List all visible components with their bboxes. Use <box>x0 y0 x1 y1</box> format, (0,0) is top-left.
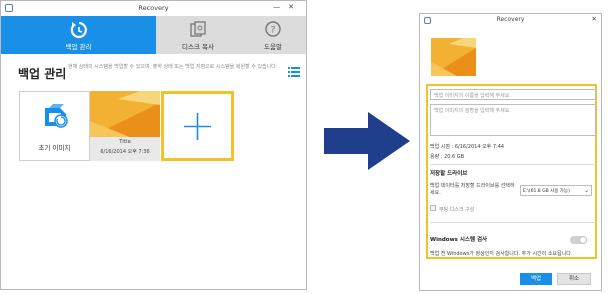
backup-restore-icon <box>70 21 87 39</box>
backup-time-text: 백업 시점 : 6/16/2014 오후 7:44 <box>430 144 505 150</box>
tab-label: 디스크 복사 <box>182 43 214 51</box>
windows-check-heading: Windows 시스템 검사 <box>430 237 488 243</box>
disk-copy-icon <box>190 21 206 37</box>
initial-image-tile[interactable]: 초기 이미지 <box>19 91 90 161</box>
initial-image-label: 초기 이미지 <box>38 144 71 152</box>
capacity-text: 용량 : 20.6 GB <box>430 154 465 160</box>
section-description: 현재 상태의 시스템을 백업할 수 있으며, 출하 상태 또는 백업 지점으로 … <box>68 64 278 70</box>
create-backup-dialog: Recovery ✕ 백업 이미지의 이름을 입력해 주세요. 백업 이미지의 … <box>419 13 602 291</box>
backup-description-input[interactable]: 백업 이미지의 설명을 입력해 주세요. <box>430 104 596 136</box>
boot-disk-checkbox[interactable] <box>430 205 436 211</box>
backup-preview-image <box>431 38 476 76</box>
close-icon[interactable]: ✕ <box>592 15 597 23</box>
tab-help[interactable]: ? 도움말 <box>240 16 306 54</box>
backup-date: 6/16/2014 오후 7:36 <box>100 149 150 155</box>
list-view-icon[interactable] <box>288 67 300 77</box>
title-bar: Recovery ✕ <box>420 14 601 27</box>
windows-check-description: 백업 전 Windows가 정상인지 검사합니다. 추가 시간이 소요됩니다. <box>430 251 573 257</box>
backup-title: Title <box>119 139 131 145</box>
drive-select-value: E:\(61.8 GB 사용 가능) <box>523 189 570 194</box>
divider <box>430 164 596 165</box>
backup-thumbnail-image <box>90 91 160 137</box>
tab-label: 백업 관리 <box>65 43 92 51</box>
backup-name-input[interactable]: 백업 이미지의 이름을 입력해 주세요. <box>430 89 596 100</box>
chevron-down-icon: ⌄ <box>583 187 589 194</box>
plus-icon <box>184 113 211 140</box>
add-backup-tile[interactable] <box>161 91 234 161</box>
window-title: Recovery <box>138 4 169 12</box>
window-controls: —✕ <box>273 3 302 11</box>
minimize-icon[interactable]: — <box>273 3 288 11</box>
backup-image-tile[interactable]: Title 6/16/2014 오후 7:36 <box>90 91 160 161</box>
transition-arrow-icon <box>324 112 410 170</box>
window-title: Recovery <box>496 16 525 23</box>
storage-drive-prompt: 백업 데이터를 저장할 드라이브를 선택하세요. <box>430 183 515 196</box>
storage-drive-heading: 저장할 드라이브 <box>430 171 468 177</box>
factory-image-icon <box>45 104 68 128</box>
boot-disk-label: 부팅 디스크 구성 <box>439 207 475 213</box>
tab-backup-management[interactable]: 백업 관리 <box>1 16 156 54</box>
windows-check-toggle[interactable] <box>570 236 587 244</box>
backup-button[interactable]: 백업 <box>520 273 552 285</box>
divider <box>430 222 596 223</box>
recovery-main-window: Recovery —✕ 백업 관리 디스크 복사 ? 도움말 백업 관리 현재 … <box>0 0 307 290</box>
drive-select-dropdown[interactable]: E:\(61.8 GB 사용 가능) ⌄ <box>520 185 592 196</box>
tab-bar: 백업 관리 디스크 복사 ? 도움말 <box>1 16 306 54</box>
tab-label: 도움말 <box>264 43 282 51</box>
section-title: 백업 관리 <box>18 67 67 81</box>
title-bar: Recovery —✕ <box>1 1 306 16</box>
svg-text:?: ? <box>271 26 276 36</box>
close-icon[interactable]: ✕ <box>288 3 302 11</box>
tab-disk-copy[interactable]: 디스크 복사 <box>156 16 240 54</box>
cancel-button[interactable]: 취소 <box>557 273 591 285</box>
help-icon: ? <box>265 21 281 37</box>
